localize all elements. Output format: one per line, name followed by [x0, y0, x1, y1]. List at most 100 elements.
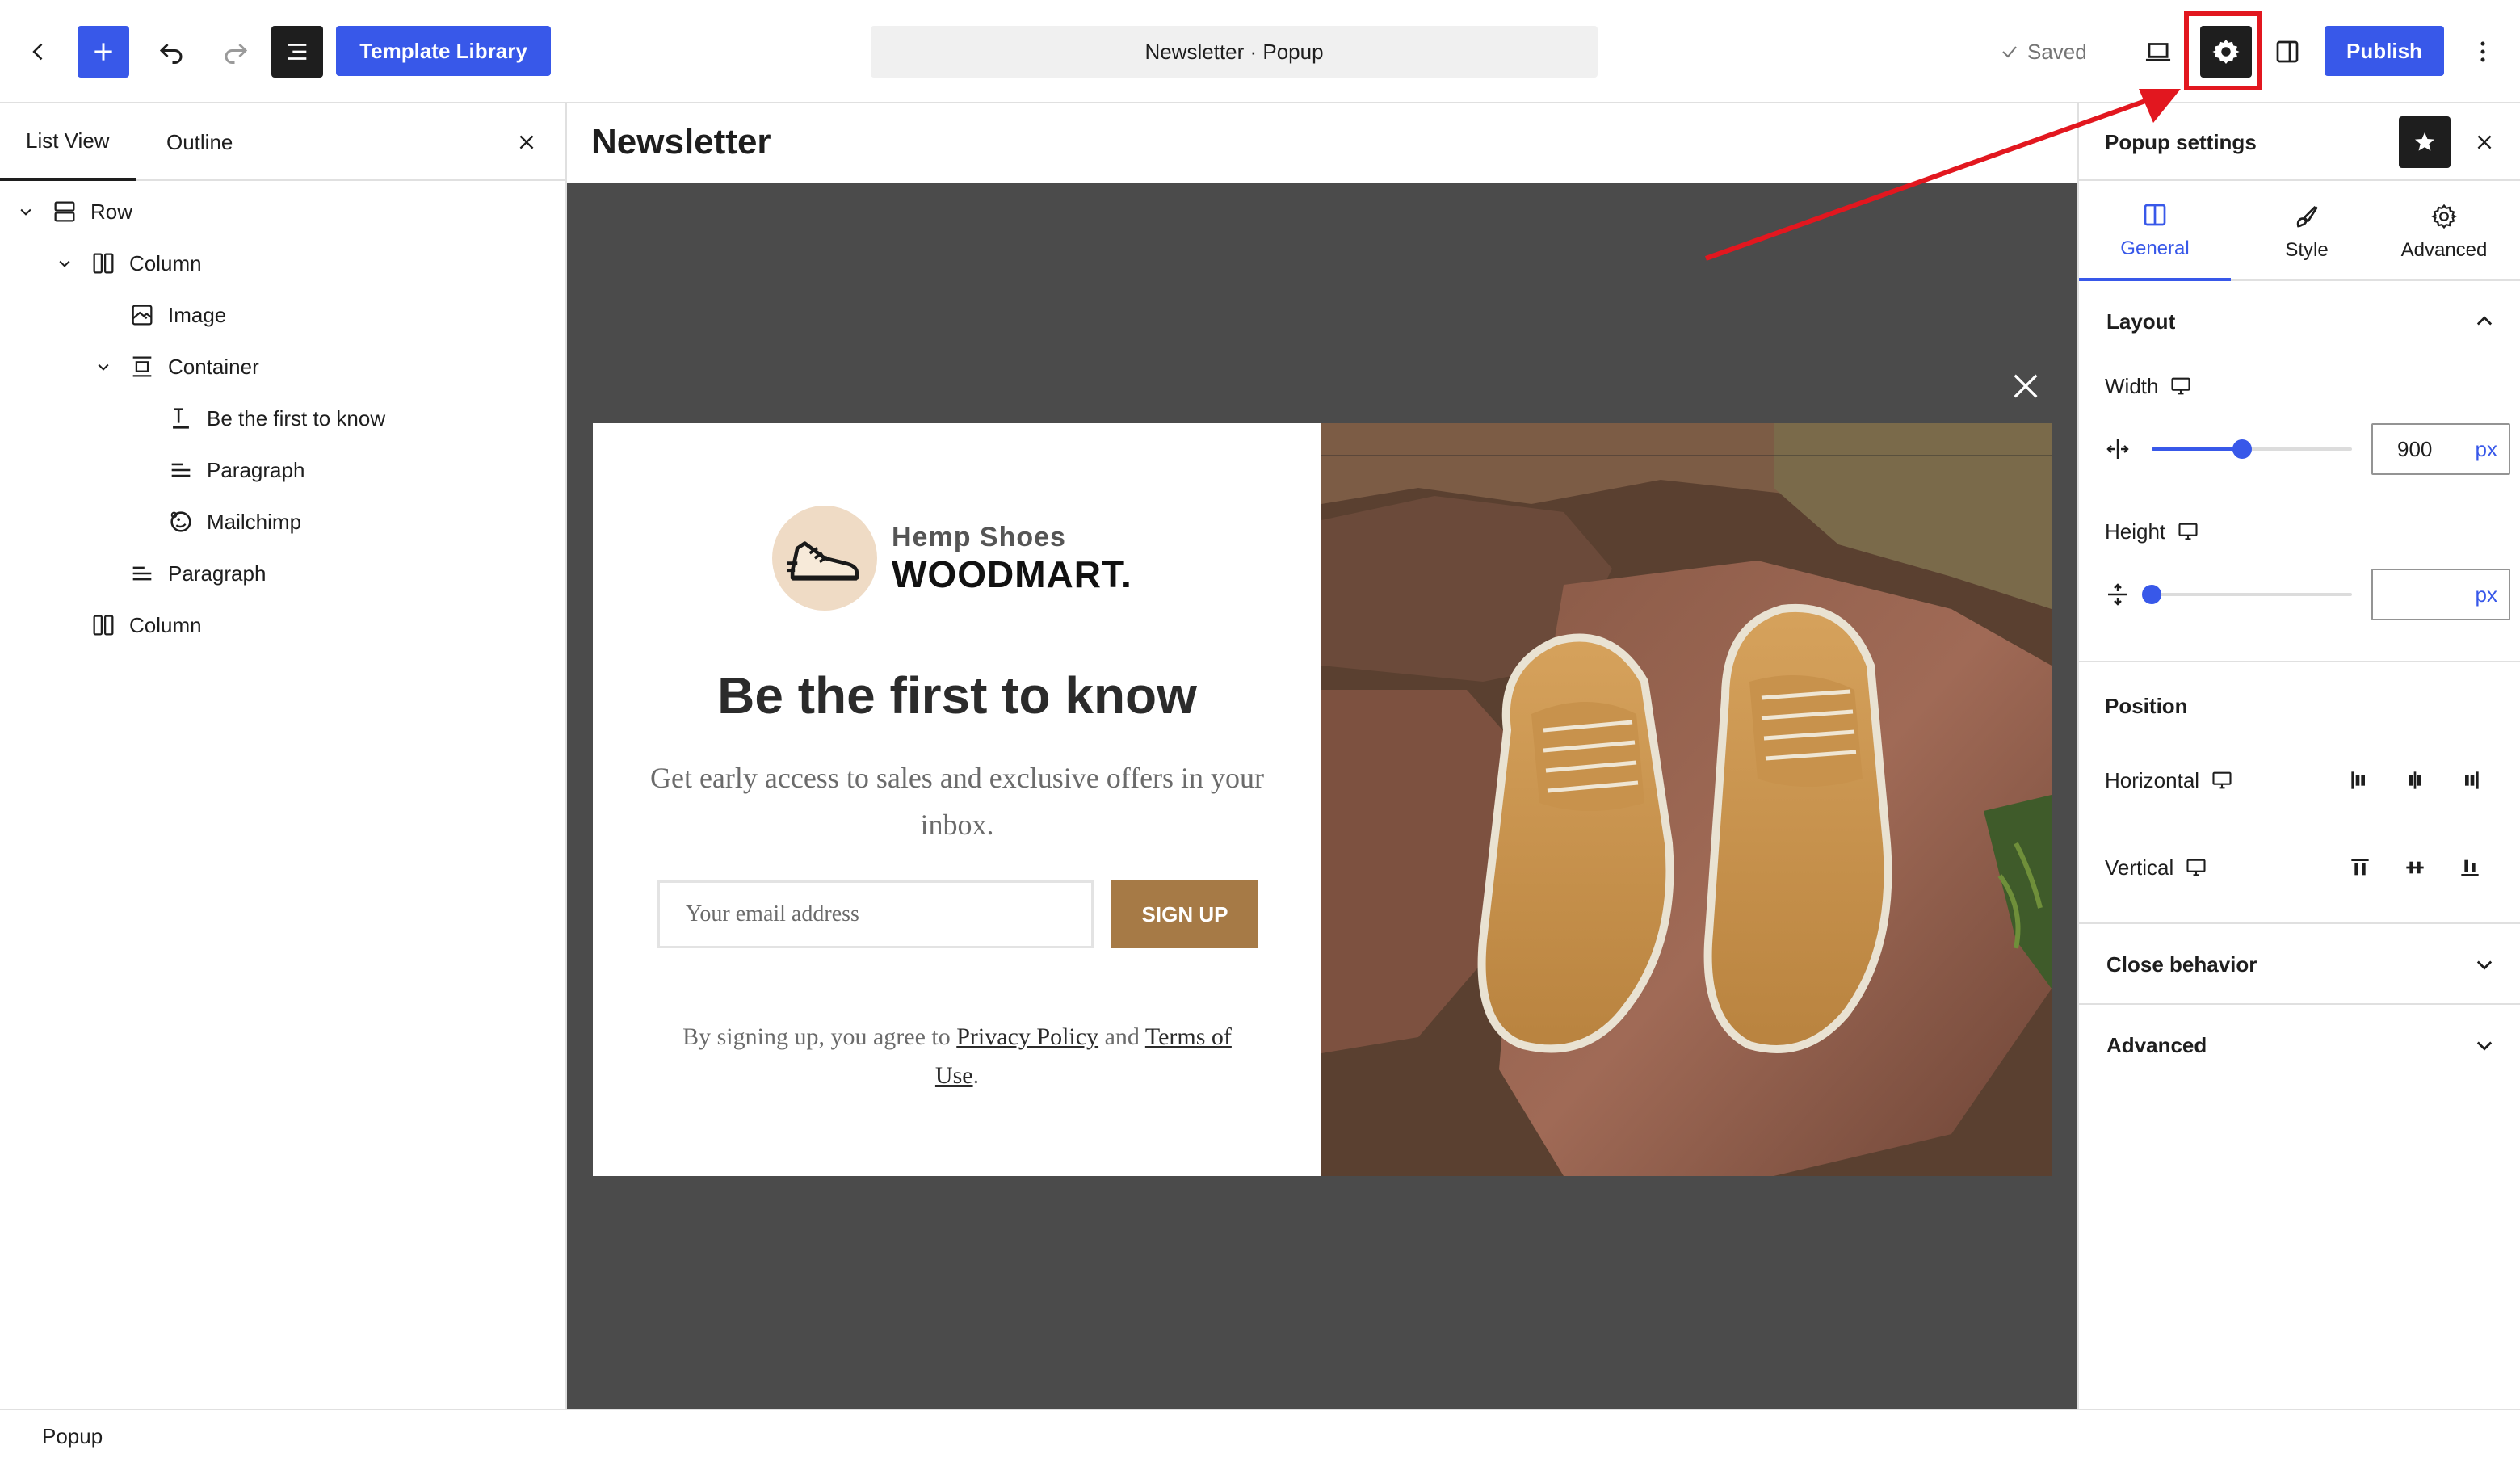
- newsletter-popup[interactable]: Hemp Shoes WOODMART. Be the first to kno…: [593, 423, 2052, 1176]
- redo-button[interactable]: [210, 26, 262, 78]
- editor-canvas: Newsletter Hemp Shoes WOODMART. Be the f…: [567, 103, 2077, 1409]
- paragraph-icon: [165, 454, 197, 486]
- tab-advanced-label: Advanced: [2400, 239, 2488, 261]
- pin-button[interactable]: [2399, 116, 2451, 168]
- tab-outline[interactable]: Outline: [141, 103, 258, 181]
- brand-subtitle: Hemp Shoes: [892, 522, 1066, 552]
- popup-close-button[interactable]: [2001, 362, 2050, 410]
- privacy-policy-link[interactable]: Privacy Policy: [956, 1023, 1098, 1050]
- width-input[interactable]: 900 px: [2371, 423, 2510, 475]
- height-slider[interactable]: [2105, 578, 2409, 611]
- height-slider-thumb[interactable]: [2142, 585, 2161, 604]
- tree-item-column[interactable]: Column: [0, 599, 565, 651]
- desktop-icon[interactable]: [2211, 769, 2233, 792]
- sidebar-icon: [2276, 40, 2299, 63]
- tree-item-paragraph[interactable]: Paragraph: [0, 548, 565, 599]
- close-icon: [2477, 135, 2492, 149]
- tree-item-mailchimp[interactable]: Mailchimp: [0, 496, 565, 548]
- width-slider[interactable]: [2105, 433, 2409, 465]
- width-arrows-icon: [2106, 439, 2129, 459]
- plus-icon: [94, 43, 112, 61]
- column-icon: [87, 609, 120, 641]
- undo-button[interactable]: [145, 26, 197, 78]
- desktop-icon[interactable]: [2169, 375, 2192, 397]
- justify-center-icon: [2409, 771, 2421, 789]
- advanced-section-toggle[interactable]: Advanced: [2079, 1005, 2520, 1086]
- column-icon: [87, 247, 120, 279]
- tab-style[interactable]: Style: [2231, 183, 2383, 281]
- tree-item-label: Row: [90, 199, 133, 224]
- chevron-down-icon: [2476, 960, 2493, 970]
- chevron-down-icon[interactable]: [92, 355, 115, 378]
- align-top-icon: [2351, 859, 2369, 876]
- height-input[interactable]: px: [2371, 569, 2510, 620]
- tree-item-label: Be the first to know: [207, 405, 386, 431]
- star-icon: [2415, 132, 2434, 151]
- close-behavior-heading: Close behavior: [2106, 952, 2258, 977]
- chevron-down-icon[interactable]: [15, 200, 37, 223]
- toggle-sidebar-button[interactable]: [2262, 26, 2313, 78]
- align-bottom-button[interactable]: [2454, 851, 2486, 884]
- gear-icon: [2431, 204, 2457, 229]
- tab-style-label: Style: [2285, 239, 2329, 261]
- tab-list-view[interactable]: List View: [0, 103, 136, 181]
- tree-item-image[interactable]: Image: [0, 289, 565, 341]
- tree-item-heading[interactable]: Be the first to know: [0, 393, 565, 444]
- tree-item-container[interactable]: Container: [0, 341, 565, 393]
- align-top-button[interactable]: [2344, 851, 2376, 884]
- tree-item-column[interactable]: Column: [0, 237, 565, 289]
- document-overview-button[interactable]: [271, 26, 323, 78]
- email-field[interactable]: Your email address: [657, 880, 1094, 948]
- more-vertical-icon: [2480, 41, 2485, 62]
- close-list-view-button[interactable]: [507, 123, 546, 162]
- tree-item-label: Column: [129, 250, 202, 275]
- close-settings-button[interactable]: [2465, 123, 2504, 162]
- canvas-title[interactable]: Newsletter: [591, 103, 771, 181]
- popup-heading: Be the first to know: [717, 666, 1197, 725]
- tree-item-label: Mailchimp: [207, 509, 302, 534]
- layout-section-toggle[interactable]: Layout: [2079, 281, 2520, 362]
- block-breadcrumb-bar: Popup: [0, 1409, 2520, 1462]
- settings-panel: Popup settings General Style Advanced La…: [2077, 103, 2520, 1409]
- image-icon: [126, 299, 158, 331]
- preview-button[interactable]: [2132, 26, 2184, 78]
- vertical-label-text: Vertical: [2105, 855, 2174, 880]
- breadcrumb-item[interactable]: Popup: [42, 1410, 103, 1462]
- width-slider-thumb[interactable]: [2232, 439, 2252, 459]
- tree-item-label: Paragraph: [207, 457, 305, 482]
- add-block-button[interactable]: [78, 26, 129, 78]
- tree-item-paragraph[interactable]: Paragraph: [0, 444, 565, 496]
- desktop-icon[interactable]: [2177, 520, 2199, 543]
- justify-right-icon: [2465, 771, 2479, 789]
- back-button[interactable]: [19, 26, 58, 78]
- settings-highlight-annotation: [2184, 11, 2262, 90]
- popup-image[interactable]: [1321, 423, 2052, 1176]
- list-view-panel: List View Outline Row Column Image Conta…: [0, 103, 567, 1409]
- desktop-icon[interactable]: [2185, 856, 2207, 879]
- tab-advanced[interactable]: Advanced: [2368, 183, 2520, 281]
- justify-center-button[interactable]: [2399, 764, 2431, 796]
- undo-icon: [159, 43, 183, 64]
- close-behavior-section-toggle[interactable]: Close behavior: [2079, 924, 2520, 1005]
- more-options-button[interactable]: [2463, 26, 2502, 78]
- width-unit[interactable]: px: [2476, 437, 2497, 462]
- height-slider-track: [2152, 593, 2352, 596]
- chevron-down-icon: [2476, 1041, 2493, 1051]
- chevron-down-icon[interactable]: [53, 252, 76, 275]
- height-unit[interactable]: px: [2476, 582, 2497, 607]
- template-library-button[interactable]: Template Library: [336, 26, 551, 76]
- tree-item-row[interactable]: Row: [0, 186, 565, 237]
- signup-button[interactable]: SIGN UP: [1111, 880, 1258, 948]
- section-divider: [2079, 661, 2520, 662]
- align-middle-button[interactable]: [2399, 851, 2431, 884]
- tab-general[interactable]: General: [2079, 183, 2231, 281]
- document-title[interactable]: Newsletter · Popup: [871, 26, 1598, 78]
- advanced-heading: Advanced: [2106, 1032, 2207, 1057]
- justify-right-button[interactable]: [2454, 764, 2486, 796]
- align-middle-icon: [2406, 861, 2424, 874]
- justify-left-button[interactable]: [2344, 764, 2376, 796]
- brand-text: Hemp Shoes WOODMART.: [892, 521, 1132, 595]
- top-toolbar: Template Library Newsletter · Popup Save…: [0, 0, 2520, 103]
- publish-button[interactable]: Publish: [2325, 26, 2444, 76]
- row-icon: [48, 195, 81, 228]
